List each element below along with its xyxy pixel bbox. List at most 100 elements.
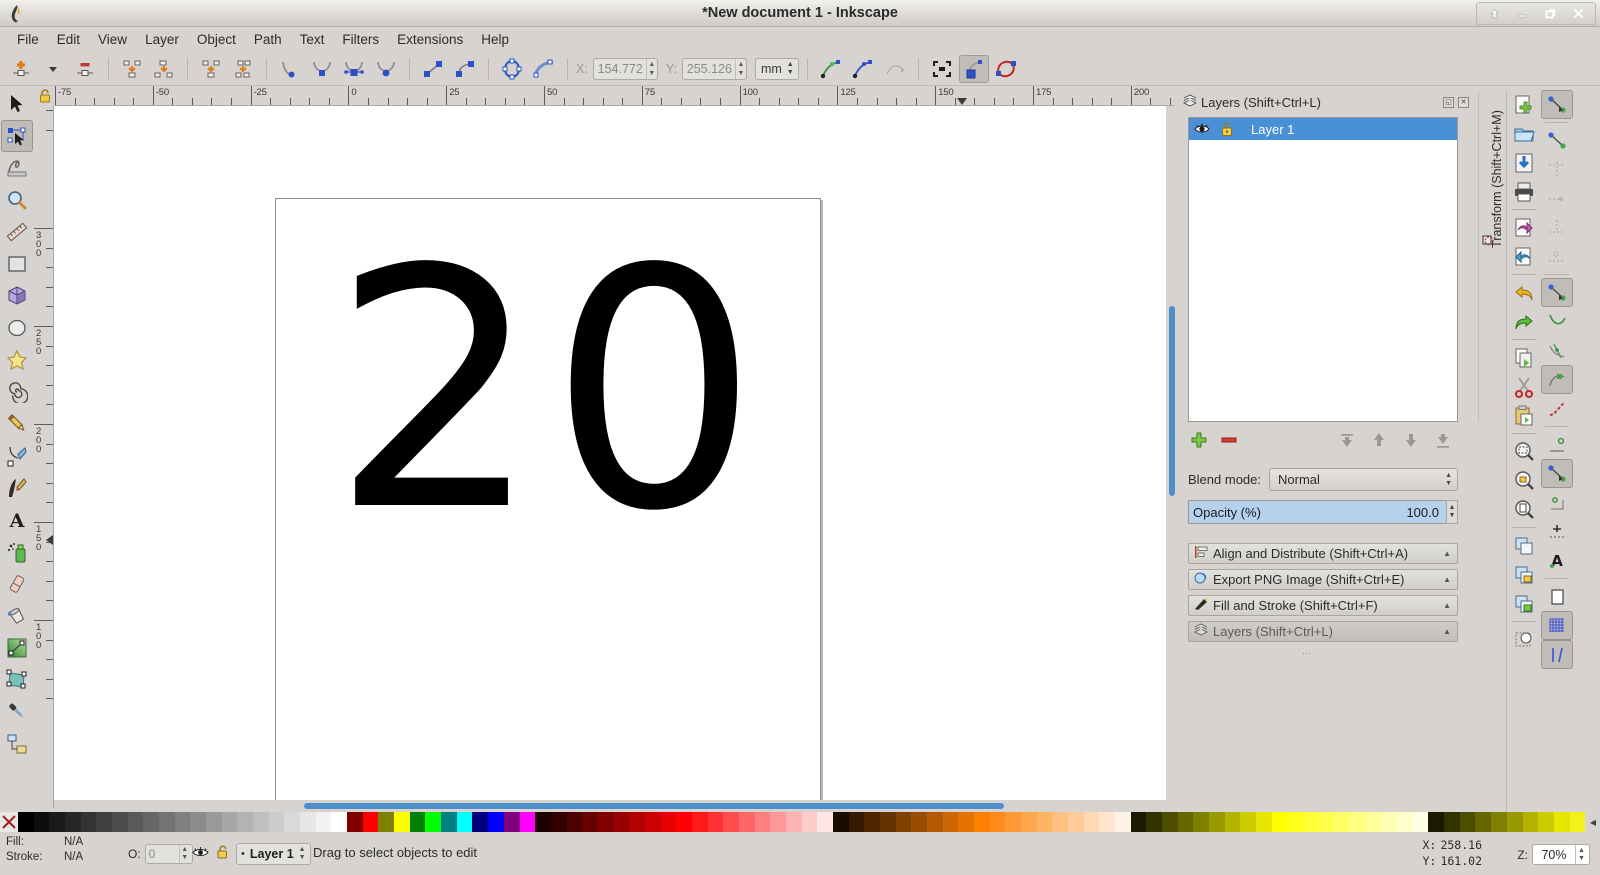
palette-swatch[interactable] [1350, 812, 1366, 832]
node-type-cusp-icon[interactable] [275, 55, 305, 83]
palette-swatch[interactable] [1099, 812, 1116, 832]
palette-swatch[interactable] [770, 812, 786, 832]
paint-bucket-tool[interactable] [1, 600, 33, 632]
unlocked-padlock-icon[interactable] [216, 845, 229, 863]
palette-swatch[interactable] [488, 812, 504, 832]
node-insert-icon[interactable] [6, 55, 36, 83]
palette-swatch[interactable] [879, 812, 896, 832]
opacity-input[interactable]: ▲▼ [144, 844, 193, 864]
palette-swatch[interactable] [1256, 812, 1272, 832]
palette-swatch[interactable] [143, 812, 160, 832]
palette-swatch[interactable] [190, 812, 207, 832]
palette-swatch[interactable] [1475, 812, 1492, 832]
arrow-to-top-icon[interactable] [1336, 430, 1358, 450]
zoom-tool[interactable] [1, 184, 33, 216]
palette-swatch[interactable] [582, 812, 598, 832]
node-transform-handles-icon[interactable] [816, 55, 846, 83]
palette-swatch[interactable] [1162, 812, 1178, 832]
palette-swatch[interactable] [221, 812, 238, 832]
palette-swatch[interactable] [1036, 812, 1053, 832]
palette-swatch[interactable] [519, 812, 536, 832]
close-icon[interactable]: ✕ [1458, 96, 1469, 108]
palette-swatch[interactable] [989, 812, 1006, 832]
import-button[interactable] [1508, 213, 1540, 242]
snap-object-center-button[interactable] [1541, 488, 1573, 517]
dialog-bar-layers[interactable]: Layers (Shift+Ctrl+L) ▲ [1188, 621, 1458, 642]
palette-swatch[interactable] [1318, 812, 1335, 832]
palette-swatch[interactable] [441, 812, 457, 832]
palette-swatch[interactable] [394, 812, 410, 832]
palette-swatch[interactable] [127, 812, 144, 832]
chevron-down-icon[interactable] [38, 55, 68, 83]
spiral-tool[interactable] [1, 376, 33, 408]
palette-swatch[interactable] [206, 812, 222, 832]
stroke-value[interactable]: N/A [64, 850, 83, 865]
snap-enable-button[interactable] [1541, 90, 1573, 119]
path-effect-parameter-icon[interactable] [991, 55, 1021, 83]
palette-swatch[interactable] [1005, 812, 1021, 832]
node-segment-curve-icon[interactable] [450, 55, 480, 83]
palette-swatch[interactable] [785, 812, 802, 832]
node-delete-segment-icon[interactable] [228, 55, 258, 83]
palette-swatch[interactable] [535, 812, 551, 832]
palette-swatch[interactable] [378, 812, 395, 832]
transform-dialog-tab[interactable]: Transform (Shift+Ctrl+M) [1478, 92, 1504, 422]
table-row[interactable]: Layer 1 [1189, 118, 1457, 140]
eye-icon[interactable] [192, 846, 209, 862]
palette-swatch[interactable] [409, 812, 426, 832]
palette-swatch[interactable] [300, 812, 316, 832]
node-break-icon[interactable] [117, 55, 147, 83]
opacity-spin-arrows[interactable]: ▲ ▼ [178, 845, 190, 863]
palette-swatch[interactable] [926, 812, 943, 832]
palette-swatch[interactable] [315, 812, 332, 832]
palette-swatch[interactable] [1271, 812, 1288, 832]
x-coord-spinner[interactable]: ▲▼ [592, 57, 658, 80]
arrow-to-bottom-icon[interactable] [1432, 430, 1454, 450]
snap-bbox-center-button[interactable] [1541, 242, 1573, 271]
duplicate-button[interactable] [1508, 531, 1540, 560]
copy-button[interactable] [1508, 343, 1540, 372]
snap-rotation-center-button[interactable] [1541, 517, 1573, 546]
palette-swatch[interactable] [1303, 812, 1319, 832]
x-coord-input[interactable] [593, 58, 646, 79]
remove-color-x-icon[interactable] [0, 812, 18, 832]
snap-guides-button[interactable] [1541, 640, 1573, 669]
group-button[interactable] [1508, 560, 1540, 589]
fill-value[interactable]: N/A [64, 835, 83, 850]
palette-swatch[interactable] [1538, 812, 1554, 832]
pencil-tool[interactable] [1, 408, 33, 440]
palette-swatch[interactable] [911, 812, 927, 832]
chevron-up-icon[interactable]: ▲ [1443, 575, 1457, 584]
chevron-up-icon[interactable]: ▲ [1443, 601, 1457, 610]
cut-button[interactable] [1508, 372, 1540, 401]
zoom-selection-button[interactable] [1508, 437, 1540, 466]
palette-swatch[interactable] [597, 812, 614, 832]
star-tool[interactable] [1, 344, 33, 376]
palette-swatch[interactable] [1444, 812, 1460, 832]
open-document-button[interactable] [1508, 119, 1540, 148]
zoom-drawing-button[interactable] [1508, 466, 1540, 495]
menu-file[interactable]: File [8, 29, 48, 50]
drawing-canvas[interactable]: 20 [54, 106, 1166, 800]
snap-nodes-button[interactable] [1541, 278, 1573, 307]
dialog-bar-fill-stroke[interactable]: Fill and Stroke (Shift+Ctrl+F) ▲ [1188, 595, 1458, 616]
redo-button[interactable] [1508, 307, 1540, 336]
snap-bbox-corner-button[interactable] [1541, 184, 1573, 213]
menu-text[interactable]: Text [291, 29, 334, 50]
ellipse-tool[interactable] [1, 312, 33, 344]
node-delete-icon[interactable] [70, 55, 100, 83]
palette-swatch[interactable] [268, 812, 285, 832]
palette-swatch[interactable] [1115, 812, 1131, 832]
close-button[interactable] [1565, 4, 1591, 23]
export-button[interactable] [1508, 242, 1540, 271]
blend-mode-select[interactable]: Normal ▲ ▼ [1269, 468, 1458, 491]
calligraphy-tool[interactable] [1, 472, 33, 504]
palette-swatch[interactable] [1397, 812, 1413, 832]
palette-swatch[interactable] [237, 812, 254, 832]
palette-swatch[interactable] [707, 812, 724, 832]
palette-swatch[interactable] [1146, 812, 1163, 832]
palette-swatch[interactable] [1052, 812, 1069, 832]
snap-path-intersection-button[interactable] [1541, 336, 1573, 365]
palette-swatch[interactable] [738, 812, 755, 832]
node-type-smooth-icon[interactable] [307, 55, 337, 83]
